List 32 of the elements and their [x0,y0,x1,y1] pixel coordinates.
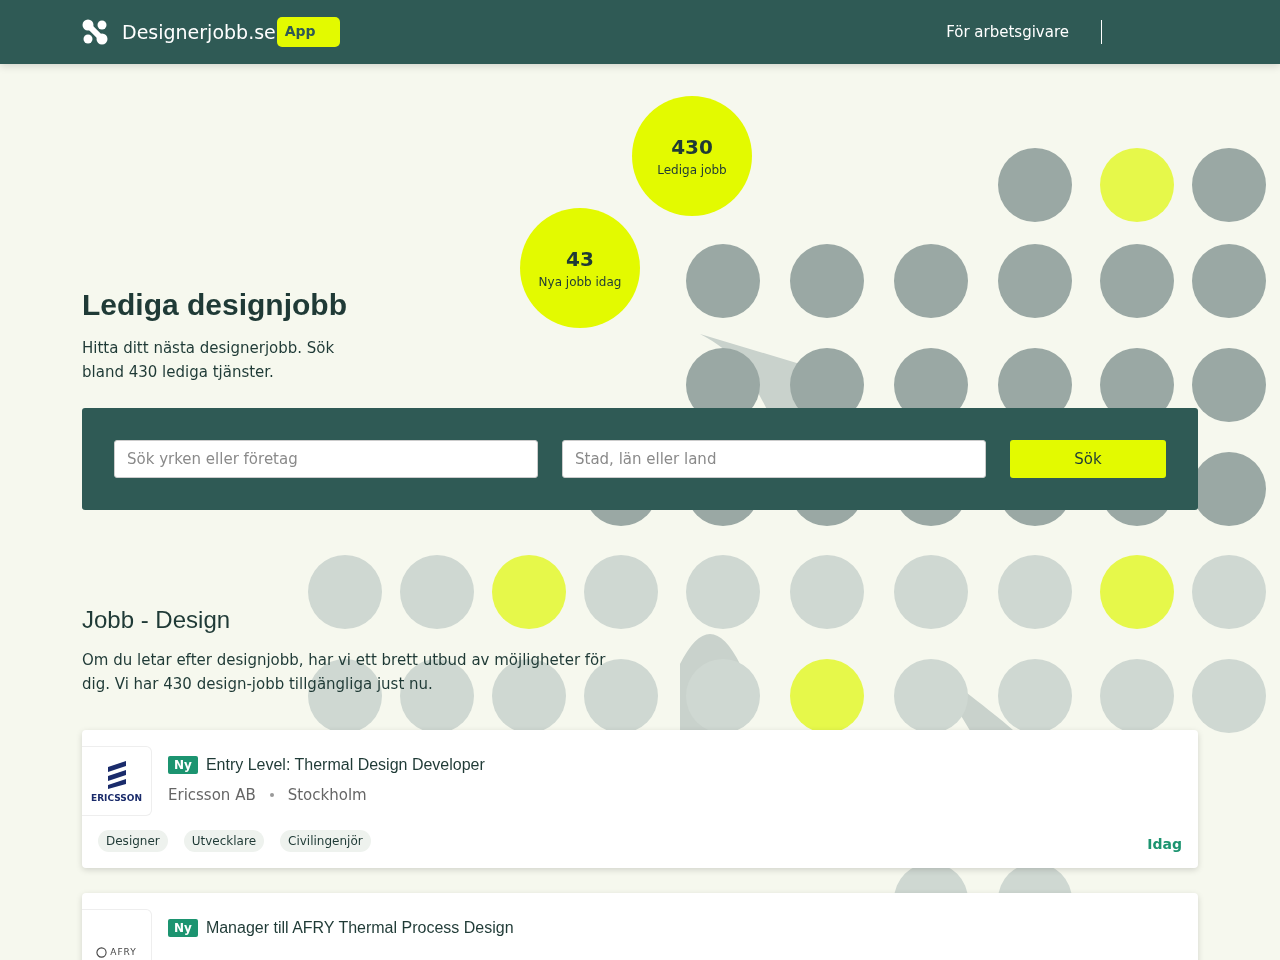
tag-chip[interactable]: Designer [98,830,168,852]
section-title: Jobb - Design [82,606,232,634]
stat-value: 43 [566,247,594,271]
posted-date: Idag [1147,836,1182,852]
employer-link[interactable]: För arbetsgivare [946,23,1069,41]
stripes-icon [105,759,128,789]
site-name-link[interactable]: Designerjobb.se [122,21,276,43]
stat-label: Nya jobb idag [538,275,622,289]
ring-icon [96,946,108,958]
logo-text: AFRY [110,947,137,957]
job-card[interactable]: ERICSSON Ny Entry Level: Thermal Design Developer Ericsson AB Stockholm Designer Utvecklare Civilingenjör Idag [82,730,1198,868]
location-field[interactable]: Stad, län eller land [562,440,986,478]
intro-text: Hitta ditt nästa designerjobb. Sök bland 430 lediga tjänster. [82,338,336,383]
job-title-link[interactable]: Entry Level: Thermal Design Developer [205,756,485,774]
stat-value: 430 [671,135,713,159]
page-title: Lediga designjobb [82,288,348,322]
stat-label: Lediga jobb [657,163,727,177]
logo-text: ERICSSON [91,793,142,803]
tag-chip[interactable]: Utvecklare [183,830,264,852]
search-field[interactable]: Sök yrken eller företag [114,440,538,478]
app-badge[interactable]: App [276,17,340,47]
new-badge: Ny [168,919,198,937]
company-name: Ericsson AB [168,786,256,804]
separator-dot-icon [269,793,274,797]
new-badge: Ny [168,756,198,774]
logo-icon [82,19,108,45]
search-button[interactable]: Sök [1010,440,1166,478]
job-title-link[interactable]: Manager till AFRY Thermal Process Design [205,919,514,937]
job-card[interactable]: AFRY Ny Manager till AFRY Thermal Process Design [82,893,1198,960]
job-location: Stockholm [287,786,367,804]
tag-chip[interactable]: Civilingenjör [280,830,371,852]
section-text: Om du letar efter designjobb, har vi ett brett utbud av möjligheter för dig. Vi har 430 design-jobb tillgängliga just nu. [82,650,607,695]
